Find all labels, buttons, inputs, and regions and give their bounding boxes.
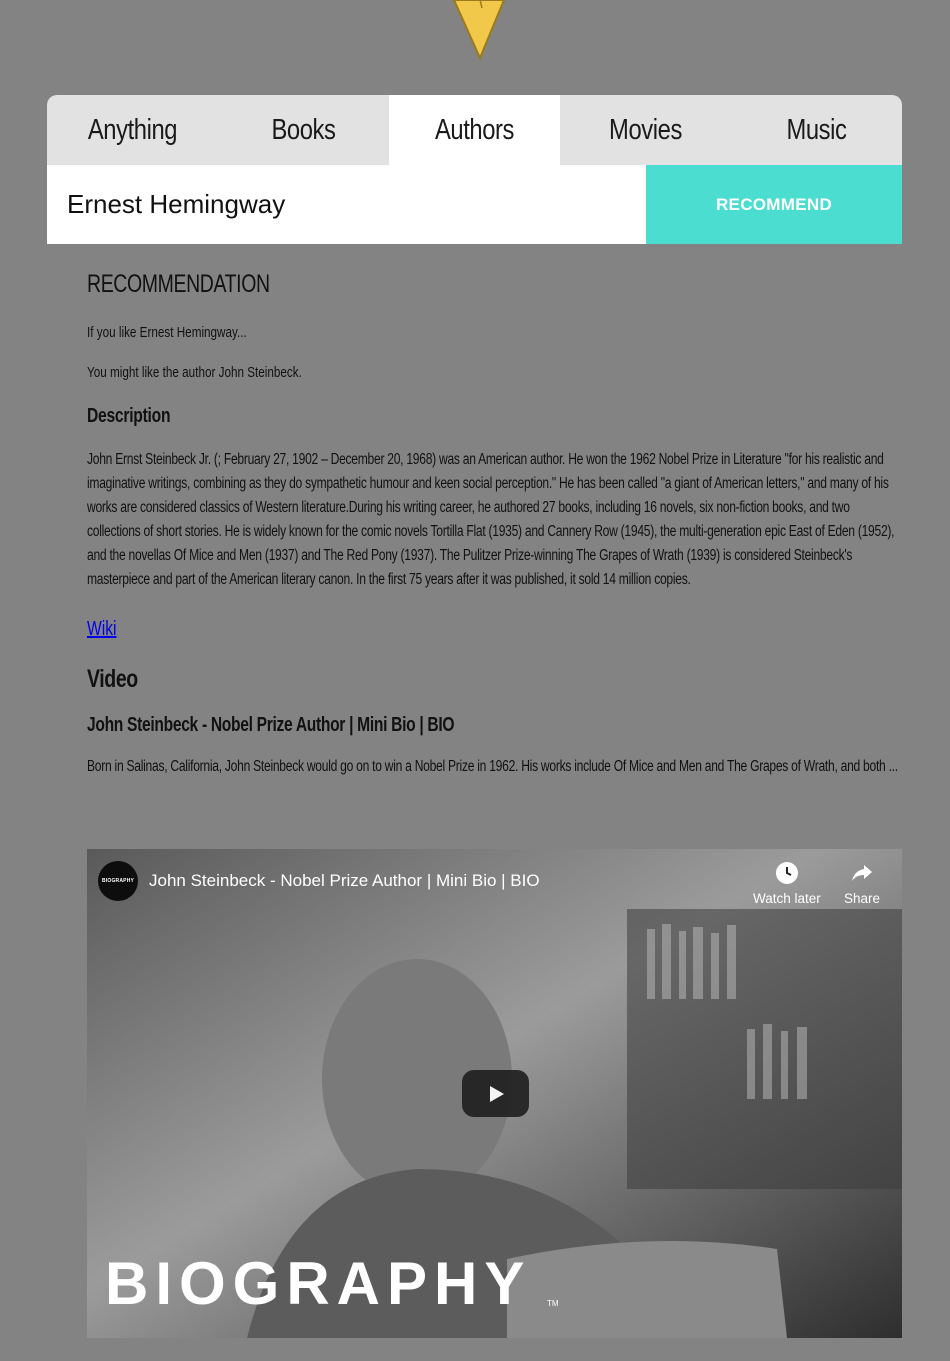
recommendation-result: You might like the author John Steinbeck… [87,364,302,381]
tab-label: Music [786,113,847,146]
search-input[interactable] [47,165,646,244]
tab-label: Anything [87,113,178,146]
category-tabs: Anything Books Authors Movies Music [47,95,902,165]
search-row: RECOMMEND [47,165,902,244]
watch-later-label: Watch later [753,891,821,906]
video-title: John Steinbeck - Nobel Prize Author | Mi… [87,714,455,736]
play-icon [489,1085,504,1102]
share-button[interactable]: Share [844,861,880,906]
share-arrow-icon [852,865,873,881]
tab-label: Books [271,113,336,146]
tab-label: Movies [609,113,682,146]
recommendation-section: RECOMMENDATION If you like Ernest Heming… [87,262,902,779]
biography-brand-text: BIOGRAPHY [105,1250,532,1317]
player-title[interactable]: John Steinbeck - Nobel Prize Author | Mi… [149,871,540,891]
tab-anything[interactable]: Anything [47,95,218,165]
video-heading: Video [87,665,138,693]
share-label: Share [844,891,881,906]
recommendation-intro: If you like Ernest Hemingway... [87,324,247,341]
tab-label: Authors [434,113,515,146]
channel-logo[interactable]: BIOGRAPHY [98,861,138,901]
tab-authors[interactable]: Authors [389,95,560,165]
watch-later-button[interactable]: Watch later [753,861,821,906]
play-button[interactable] [462,1070,529,1117]
video-description-box: Born in Salinas, California, John Steinb… [87,755,902,779]
description-text-box: John Ernst Steinbeck Jr. (; February 27,… [87,448,902,606]
recommendation-heading: RECOMMENDATION [87,270,270,298]
recommend-button[interactable]: RECOMMEND [646,165,902,244]
description-heading: Description [87,405,171,427]
wiki-link[interactable]: Wiki [87,618,125,641]
tab-music[interactable]: Music [731,95,902,165]
description-text: John Ernst Steinbeck Jr. (; February 27,… [87,451,895,588]
trademark-mark: TM [547,1299,559,1308]
tab-books[interactable]: Books [218,95,389,165]
tab-movies[interactable]: Movies [560,95,731,165]
video-player[interactable]: BIOGRAPHY John Steinbeck - Nobel Prize A… [87,849,902,1338]
clock-icon [775,862,798,884]
ice-cream-cone-icon [452,0,506,61]
video-description: Born in Salinas, California, John Steinb… [87,758,898,775]
